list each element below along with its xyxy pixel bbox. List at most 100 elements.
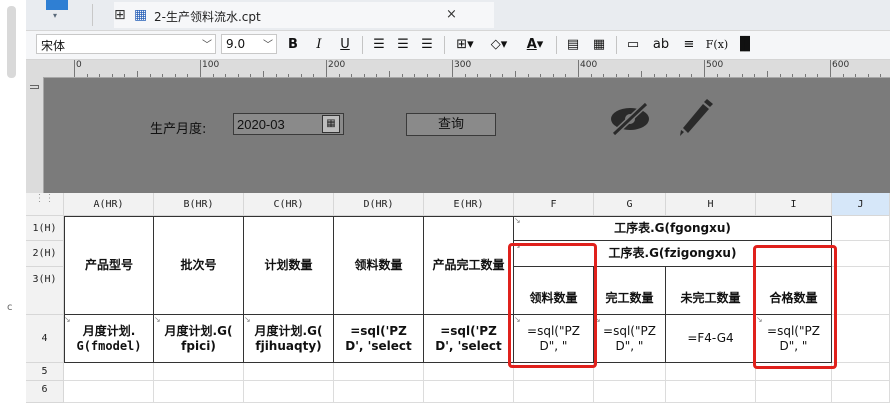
cell-d4[interactable]: =sql('PZ D', 'select	[334, 315, 424, 363]
close-tab-icon[interactable]: ×	[446, 7, 457, 22]
text-color-button[interactable]: A▾	[518, 35, 552, 55]
column-header-a[interactable]: A(HR)	[64, 193, 154, 216]
grid-icon: ⊞	[114, 7, 126, 23]
cell-j6[interactable]	[832, 381, 890, 403]
cell-j4[interactable]	[832, 315, 890, 363]
row-header-6[interactable]: 6	[26, 381, 64, 403]
cell-b-header[interactable]: 批次号	[154, 216, 244, 315]
row-header-5[interactable]: 5	[26, 363, 64, 381]
dropdown-arrow-icon[interactable]: ▾	[53, 11, 57, 20]
font-family-select[interactable]: 宋体 ﹀	[36, 34, 216, 54]
divider	[616, 36, 617, 54]
column-header-b[interactable]: B(HR)	[154, 193, 244, 216]
column-header-h[interactable]: H	[666, 193, 756, 216]
merge-cells-icon[interactable]: ▤	[562, 35, 584, 55]
column-header-d[interactable]: D(HR)	[334, 193, 424, 216]
expand-marker-icon: ↘	[154, 315, 161, 324]
cell-h4[interactable]: =F4-G4	[666, 315, 756, 363]
month-value: 2020-03	[237, 117, 285, 132]
cell-j2[interactable]	[832, 241, 890, 267]
cell-b5[interactable]	[154, 363, 244, 381]
eye-slash-icon[interactable]	[606, 100, 654, 138]
column-header-c[interactable]: C(HR)	[244, 193, 334, 216]
cell-process-header[interactable]: 工序表.G(fgongxu)	[514, 216, 832, 241]
formula-button[interactable]: F(x)	[704, 35, 730, 55]
cell-d-header[interactable]: 领料数量	[334, 216, 424, 315]
cell-g3[interactable]: 完工数量	[594, 267, 666, 315]
bold-button[interactable]: B	[282, 35, 304, 55]
cell-c5[interactable]	[244, 363, 334, 381]
ruler-tick	[867, 74, 869, 77]
ruler-tick	[666, 74, 668, 77]
align-right-icon[interactable]: ☰	[416, 35, 438, 55]
cell-c4[interactable]: 月度计划.G( fjihuaqty)	[244, 315, 334, 363]
text-field-icon[interactable]: ▭	[622, 35, 644, 55]
cell-h5[interactable]	[666, 363, 756, 381]
cell-e4[interactable]: =sql('PZ D', 'select	[424, 315, 514, 363]
row-header-2[interactable]: 2(H)	[26, 241, 64, 267]
tab-title: 2-生产领料流水.cpt	[154, 10, 261, 24]
pencil-icon[interactable]	[676, 98, 714, 138]
cell-e5[interactable]	[424, 363, 514, 381]
query-button[interactable]: 查询	[406, 113, 496, 136]
text-color-letter: A	[526, 37, 537, 52]
ruler-tick	[741, 74, 743, 77]
column-header-g[interactable]: G	[594, 193, 666, 216]
cell-d5[interactable]	[334, 363, 424, 381]
align-left-icon[interactable]: ☰	[368, 35, 390, 55]
ruler-tick	[817, 74, 819, 77]
cell-d6[interactable]	[334, 381, 424, 403]
cell-a4[interactable]: 月度计划. G(fmodel)	[64, 315, 154, 363]
cell-c6[interactable]	[244, 381, 334, 403]
ruler-tick	[515, 71, 516, 77]
unmerge-cells-icon[interactable]: ▦	[588, 35, 610, 55]
row-header-3[interactable]: 3(H)	[26, 267, 64, 315]
fill-color-icon[interactable]: ◇▾	[484, 35, 514, 55]
vertical-scrollbar[interactable]	[7, 6, 16, 78]
ruler-tick	[111, 74, 113, 77]
column-header-f[interactable]: F	[514, 193, 594, 216]
cell-e6[interactable]	[424, 381, 514, 403]
cell-c-header[interactable]: 计划数量	[244, 216, 334, 315]
row-header-4[interactable]: 4	[26, 315, 64, 363]
cell-j3[interactable]	[832, 267, 890, 315]
cell-g6[interactable]	[594, 381, 666, 403]
cell-b6[interactable]	[154, 381, 244, 403]
cell-j5[interactable]	[832, 363, 890, 381]
cell-a6[interactable]	[64, 381, 154, 403]
calendar-icon[interactable]: ▦	[322, 115, 340, 133]
cell-g5[interactable]	[594, 363, 666, 381]
underline-button[interactable]: U	[334, 35, 356, 55]
border-icon[interactable]: ⊞▾	[450, 35, 480, 55]
cell-a5[interactable]	[64, 363, 154, 381]
list-format-icon[interactable]: ≡	[678, 35, 700, 55]
cell-i6[interactable]	[756, 381, 832, 403]
cell-h3[interactable]: 未完工数量	[666, 267, 756, 315]
month-date-input[interactable]: 2020-03 ▦	[233, 113, 344, 135]
column-header-i[interactable]: I	[756, 193, 832, 216]
column-header-e[interactable]: E(HR)	[424, 193, 514, 216]
ruler-tick	[174, 74, 176, 77]
cell-b4[interactable]: 月度计划.G( fpici)	[154, 315, 244, 363]
align-center-icon[interactable]: ☰	[392, 35, 414, 55]
row-header-1[interactable]: 1(H)	[26, 216, 64, 241]
ruler-tick	[326, 60, 327, 77]
cell-j1[interactable]	[832, 216, 890, 241]
cell-e4-line2: D', 'select	[435, 338, 502, 353]
ruler-tick	[578, 60, 579, 77]
app-logo-icon[interactable]	[46, 0, 68, 10]
cell-h6[interactable]	[666, 381, 756, 403]
ruler-tick	[414, 74, 416, 77]
column-header-j[interactable]: J	[832, 193, 890, 216]
font-size-select[interactable]: 9.0 ﹀	[221, 34, 277, 54]
select-all-corner[interactable]: ⋮⋮	[26, 193, 64, 216]
chart-icon[interactable]: ▐▌	[734, 35, 756, 55]
cell-f6[interactable]	[514, 381, 594, 403]
ab-widget-button[interactable]: ab	[648, 35, 674, 55]
cell-e-header[interactable]: 产品完工数量	[424, 216, 514, 315]
tab-template-file[interactable]: ⊞ ▦ 2-生产领料流水.cpt ×	[114, 2, 494, 28]
format-toolbar: 宋体 ﹀ 9.0 ﹀ B I U ☰ ☰ ☰ ⊞▾ ◇▾ A▾ ▤ ▦ ▭ ab…	[26, 31, 890, 60]
cell-g4[interactable]: =sql("PZ D", "	[594, 315, 666, 363]
italic-button[interactable]: I	[308, 35, 330, 55]
cell-a-header[interactable]: 产品型号	[64, 216, 154, 315]
